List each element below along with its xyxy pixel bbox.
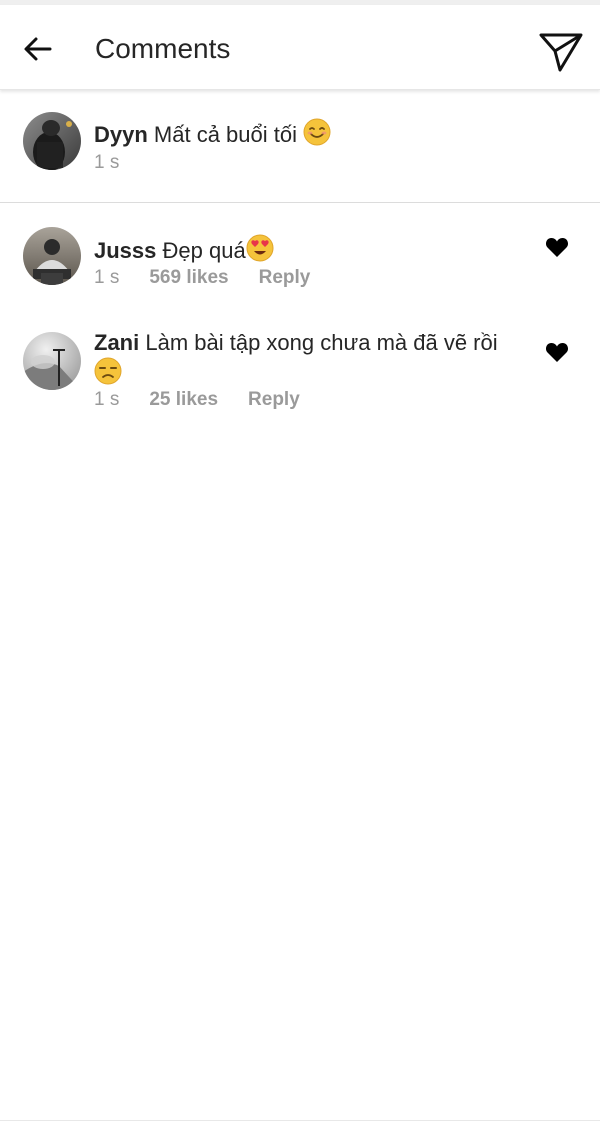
comment-username[interactable]: Zani bbox=[94, 330, 139, 355]
like-button[interactable] bbox=[545, 341, 569, 363]
comment-text: Zani Làm bài tập xong chưa mà đã vẽ rồi bbox=[94, 329, 504, 392]
timestamp: 1 s bbox=[94, 152, 120, 173]
comment-meta: 1 s 25 likes Reply bbox=[94, 388, 300, 412]
avatar[interactable] bbox=[23, 112, 81, 170]
comment-body: Làm bài tập xong chưa mà đã vẽ rồi bbox=[145, 330, 498, 355]
comment-username[interactable]: Jusss bbox=[94, 238, 156, 263]
bottom-divider bbox=[0, 1120, 600, 1121]
comment-body: Đẹp quá bbox=[162, 238, 246, 263]
caption-username[interactable]: Dyyn bbox=[94, 122, 148, 147]
caption-row: Dyyn Mất cả buổi tối 1 s bbox=[0, 90, 600, 203]
send-button[interactable] bbox=[536, 27, 586, 77]
heart-icon bbox=[545, 238, 569, 257]
back-button[interactable] bbox=[18, 29, 58, 69]
avatar[interactable] bbox=[23, 227, 81, 285]
caption-text: Dyyn Mất cả buổi tối bbox=[94, 118, 494, 153]
smiling-face-icon bbox=[303, 118, 331, 153]
likes-count[interactable]: 25 likes bbox=[149, 389, 218, 410]
paper-plane-icon bbox=[539, 33, 583, 72]
reply-button[interactable]: Reply bbox=[248, 389, 300, 410]
timestamp: 1 s bbox=[94, 267, 120, 288]
comment-text: Jusss Đẹp quá bbox=[94, 234, 514, 269]
unamused-face-icon bbox=[94, 357, 122, 392]
page-title: Comments bbox=[95, 33, 231, 64]
arrow-left-icon bbox=[24, 37, 52, 61]
caption-body: Mất cả buổi tối bbox=[153, 122, 297, 147]
heart-eyes-icon bbox=[246, 234, 274, 269]
avatar[interactable] bbox=[23, 332, 81, 390]
caption-meta: 1 s bbox=[94, 151, 119, 175]
comment-meta: 1 s 569 likes Reply bbox=[94, 266, 310, 290]
heart-icon bbox=[545, 343, 569, 362]
like-button[interactable] bbox=[545, 236, 569, 258]
timestamp: 1 s bbox=[94, 389, 120, 410]
likes-count[interactable]: 569 likes bbox=[149, 267, 228, 288]
reply-button[interactable]: Reply bbox=[259, 267, 311, 288]
comments-header: Comments bbox=[0, 5, 600, 90]
